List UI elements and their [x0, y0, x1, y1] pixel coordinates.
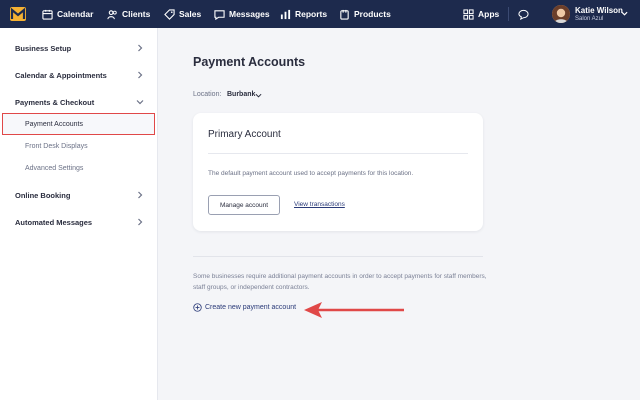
calendar-icon	[42, 9, 53, 20]
card-divider	[208, 153, 468, 154]
messages-icon	[214, 9, 225, 20]
nav-reports[interactable]: Reports	[280, 0, 327, 28]
nav-clients-label: Clients	[122, 9, 151, 19]
nav-products-label: Products	[354, 9, 391, 19]
products-icon	[340, 9, 349, 20]
reports-chart-icon	[280, 9, 291, 19]
sidebar-item-online-booking[interactable]: Online Booking	[0, 186, 158, 204]
sidebar-subitem-payment-accounts[interactable]: Payment Accounts	[2, 113, 155, 135]
additional-accounts-info: Some businesses require additional payme…	[193, 273, 487, 291]
user-name[interactable]: Katie Wilson	[575, 6, 623, 15]
nav-messages-label: Messages	[229, 9, 270, 19]
nav-calendar[interactable]: Calendar	[42, 0, 93, 28]
location-label: Location:	[193, 91, 222, 98]
top-nav: Calendar Clients Sales Messages Reports …	[0, 0, 640, 28]
sidebar-item-calendar-appointments[interactable]: Calendar & Appointments	[0, 66, 158, 84]
nav-divider	[508, 7, 509, 21]
chevron-right-icon	[138, 71, 143, 79]
primary-account-card: Primary Account The default payment acco…	[193, 113, 483, 231]
create-payment-account-link[interactable]: Create new payment account	[193, 303, 296, 312]
section-divider	[193, 256, 483, 257]
sidebar-item-label: Online Booking	[15, 190, 71, 200]
sidebar-subitem-label: Front Desk Displays	[25, 142, 88, 150]
nav-clients[interactable]: Clients	[107, 0, 150, 28]
sales-tag-icon	[164, 8, 175, 20]
chat-button[interactable]	[518, 0, 533, 28]
nav-products[interactable]: Products	[339, 0, 391, 28]
nav-sales[interactable]: Sales	[164, 0, 201, 28]
chevron-right-icon	[138, 218, 143, 226]
nav-apps-label: Apps	[478, 9, 500, 19]
nav-reports-label: Reports	[295, 9, 328, 19]
sidebar-subitem-advanced-settings[interactable]: Advanced Settings	[0, 159, 158, 177]
chevron-right-icon	[138, 44, 143, 52]
apps-grid-icon	[463, 8, 474, 20]
create-payment-account-label: Create new payment account	[205, 304, 297, 311]
manage-account-button[interactable]: Manage account	[208, 195, 280, 215]
nav-calendar-label: Calendar	[57, 9, 94, 19]
card-title: Primary Account	[208, 129, 281, 140]
chevron-down-icon[interactable]	[255, 92, 262, 99]
sidebar-item-label: Automated Messages	[15, 217, 93, 227]
sidebar-item-payments-checkout[interactable]: Payments & Checkout	[0, 93, 158, 111]
nav-messages[interactable]: Messages	[214, 0, 270, 28]
app-logo-icon[interactable]	[10, 6, 26, 22]
user-avatar[interactable]	[552, 5, 570, 23]
nav-sales-label: Sales	[179, 9, 202, 19]
annotation-arrow-icon	[304, 302, 404, 318]
view-transactions-link[interactable]: View transactions	[294, 201, 345, 208]
sidebar-item-label: Business Setup	[15, 43, 72, 53]
sidebar-item-automated-messages[interactable]: Automated Messages	[0, 213, 158, 231]
location-select[interactable]: Burbank	[227, 91, 255, 98]
clients-icon	[107, 9, 117, 19]
chevron-down-icon[interactable]	[621, 10, 628, 17]
sidebar-subitem-label: Payment Accounts	[25, 120, 83, 128]
card-description: The default payment account used to acce…	[208, 170, 414, 177]
sidebar-subitem-front-desk-displays[interactable]: Front Desk Displays	[0, 137, 158, 155]
sidebar-item-business-setup[interactable]: Business Setup	[0, 39, 158, 57]
sidebar-item-label: Calendar & Appointments	[15, 70, 107, 80]
plus-circle-icon	[193, 303, 202, 312]
sidebar-item-label: Payments & Checkout	[15, 97, 95, 107]
chat-bubble-icon	[518, 9, 529, 20]
settings-sidebar: Business Setup Calendar & Appointments P…	[0, 28, 158, 400]
sidebar-subitem-label: Advanced Settings	[25, 164, 84, 172]
nav-apps[interactable]: Apps	[463, 0, 499, 28]
user-business: Salon Azul	[575, 16, 604, 22]
page-title: Payment Accounts	[193, 55, 306, 69]
avatar-photo-icon	[552, 5, 570, 23]
chevron-down-icon	[136, 100, 144, 105]
chevron-right-icon	[138, 191, 143, 199]
